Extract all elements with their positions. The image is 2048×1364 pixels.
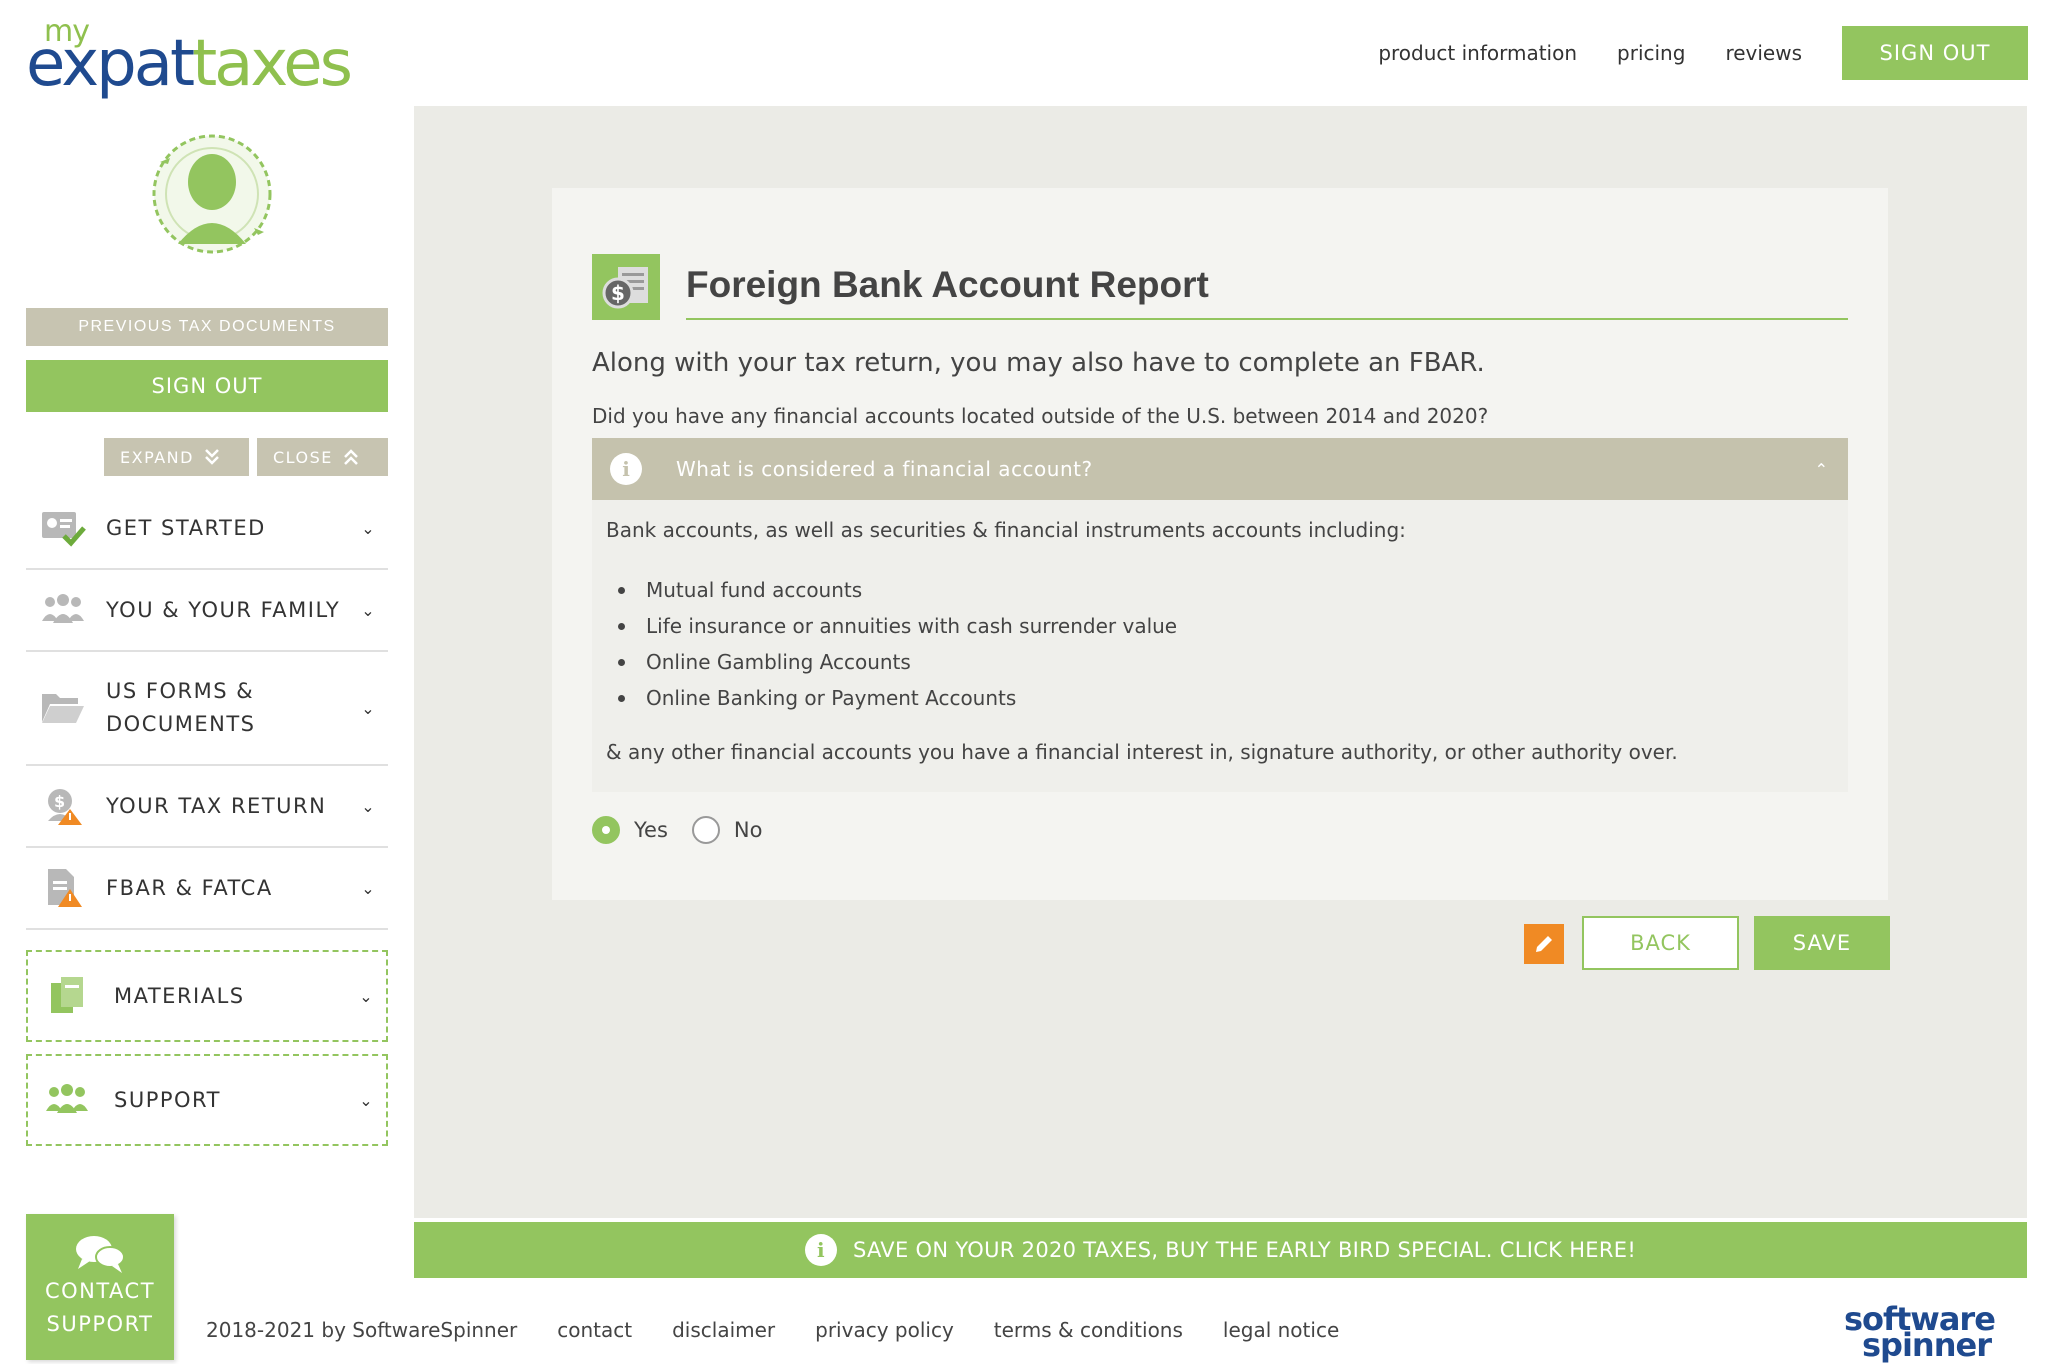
accordion-body: Bank accounts, as well as securities & f… bbox=[592, 500, 1848, 792]
banner-text: SAVE ON YOUR 2020 TAXES, BUY THE EARLY B… bbox=[852, 1238, 1637, 1262]
footer-link-contact[interactable]: contact bbox=[557, 1318, 632, 1342]
close-button[interactable]: CLOSE bbox=[257, 438, 388, 476]
nav-pricing[interactable]: pricing bbox=[1617, 41, 1685, 65]
id-card-check-icon bbox=[40, 505, 86, 551]
bank-dollar-icon: $ bbox=[592, 254, 660, 320]
chevron-down-icon: ⌄ bbox=[361, 796, 375, 816]
sidebar-item-you-and-your-family[interactable]: YOU & YOUR FAMILY ⌄ bbox=[26, 570, 388, 652]
expand-collapse-controls: EXPAND CLOSE bbox=[104, 438, 388, 476]
footer-link-terms-conditions[interactable]: terms & conditions bbox=[994, 1318, 1183, 1342]
chevron-down-icon: ⌄ bbox=[361, 698, 375, 718]
footer-link-privacy-policy[interactable]: privacy policy bbox=[815, 1318, 954, 1342]
intro-text: Along with your tax return, you may also… bbox=[592, 348, 1485, 378]
sidebar-item-label: SUPPORT bbox=[114, 1088, 221, 1112]
double-chevron-down-icon bbox=[205, 449, 219, 465]
pencil-icon bbox=[1536, 936, 1552, 952]
header-sign-out-button[interactable]: SIGN OUT bbox=[1842, 26, 2028, 80]
sidebar-item-label: FBAR & FATCA bbox=[106, 875, 273, 900]
account-types-list: Mutual fund accounts Life insurance or a… bbox=[606, 572, 1834, 716]
svg-text:$: $ bbox=[54, 792, 65, 811]
chevron-down-icon: ⌄ bbox=[359, 986, 373, 1006]
top-navigation: product information pricing reviews SIGN… bbox=[1378, 26, 2028, 80]
contact-support-line2: SUPPORT bbox=[46, 1312, 154, 1336]
info-icon: i bbox=[610, 453, 642, 485]
nav-product-information[interactable]: product information bbox=[1378, 41, 1577, 65]
chevron-down-icon: ⌄ bbox=[361, 878, 375, 898]
accordion-title: What is considered a financial account? bbox=[676, 457, 1093, 481]
sidebar-menu: GET STARTED ⌄ YOU & YOUR FAMILY ⌄ US FOR… bbox=[26, 488, 388, 930]
family-icon bbox=[40, 587, 86, 633]
main-content: $ Foreign Bank Account Report Along with… bbox=[414, 106, 2027, 1218]
sidebar-item-us-forms-documents[interactable]: US FORMS & DOCUMENTS ⌄ bbox=[26, 652, 388, 766]
edit-button[interactable] bbox=[1524, 924, 1564, 964]
question-text: Did you have any financial accounts loca… bbox=[592, 404, 1489, 428]
sidebar-item-fbar-fatca[interactable]: FBAR & FATCA ⌄ bbox=[26, 848, 388, 930]
list-item: Mutual fund accounts bbox=[606, 572, 1834, 608]
copyright-text: 2018-2021 by SoftwareSpinner bbox=[206, 1318, 518, 1342]
radio-unselected-indicator[interactable] bbox=[691, 816, 720, 844]
folder-open-icon bbox=[40, 685, 86, 731]
chevron-down-icon: ⌄ bbox=[361, 600, 375, 620]
radio-selected-indicator[interactable] bbox=[592, 816, 620, 844]
logo-wordmark: expattaxes bbox=[26, 27, 353, 101]
list-item: Life insurance or annuities with cash su… bbox=[606, 608, 1834, 644]
sidebar-item-label: GET STARTED bbox=[106, 515, 266, 540]
financial-account-accordion-header[interactable]: i What is considered a financial account… bbox=[592, 438, 1848, 500]
expand-button[interactable]: EXPAND bbox=[104, 438, 249, 476]
tax-return-warning-icon: $ bbox=[40, 783, 86, 829]
contact-support-button[interactable]: CONTACT SUPPORT bbox=[26, 1214, 174, 1360]
logo-line2: spinner bbox=[1862, 1326, 1992, 1364]
previous-tax-documents-button[interactable]: PREVIOUS TAX DOCUMENTS bbox=[26, 308, 388, 346]
page-title: Foreign Bank Account Report bbox=[686, 264, 1848, 320]
footer-link-legal-notice[interactable]: legal notice bbox=[1223, 1318, 1339, 1342]
list-item: Online Gambling Accounts bbox=[606, 644, 1834, 680]
sidebar-item-label: US FORMS & DOCUMENTS bbox=[106, 679, 256, 736]
back-button[interactable]: BACK bbox=[1582, 916, 1739, 970]
sidebar-item-get-started[interactable]: GET STARTED ⌄ bbox=[26, 488, 388, 570]
sidebar-item-label: YOUR TAX RETURN bbox=[106, 793, 327, 818]
accordion-intro: Bank accounts, as well as securities & f… bbox=[606, 518, 1406, 542]
radio-no-label: No bbox=[733, 818, 763, 842]
fbar-card: $ Foreign Bank Account Report Along with… bbox=[552, 188, 1888, 900]
expand-label: EXPAND bbox=[120, 447, 194, 467]
nav-reviews[interactable]: reviews bbox=[1725, 41, 1802, 65]
radio-yes[interactable]: Yes bbox=[592, 816, 668, 844]
footer: 2018-2021 by SoftwareSpinner contact dis… bbox=[206, 1318, 1339, 1342]
sidebar-sign-out-button[interactable]: SIGN OUT bbox=[26, 360, 388, 412]
info-icon: i bbox=[804, 1234, 837, 1266]
accordion-footer-text: & any other financial accounts you have … bbox=[606, 740, 1678, 764]
close-label: CLOSE bbox=[273, 447, 333, 467]
clipboard-files-icon bbox=[42, 973, 92, 1019]
chevron-down-icon: ⌄ bbox=[361, 518, 375, 538]
chevron-down-icon: ⌄ bbox=[359, 1090, 373, 1110]
myexpattaxes-logo[interactable]: my expattaxes bbox=[26, 14, 396, 101]
sidebar-item-label: MATERIALS bbox=[114, 984, 245, 1008]
svg-text:$: $ bbox=[611, 281, 625, 305]
contact-support-line1: CONTACT bbox=[44, 1279, 156, 1303]
document-warning-icon bbox=[40, 865, 86, 911]
globe-avatar-icon bbox=[152, 134, 272, 254]
sidebar-item-label: YOU & YOUR FAMILY bbox=[106, 597, 341, 622]
radio-yes-label: Yes bbox=[634, 818, 668, 842]
avatar[interactable] bbox=[150, 132, 274, 256]
chat-bubbles-icon bbox=[76, 1236, 125, 1273]
chevron-up-icon: ⌃ bbox=[1814, 459, 1828, 479]
sidebar-item-your-tax-return[interactable]: $ YOUR TAX RETURN ⌄ bbox=[26, 766, 388, 848]
save-button[interactable]: SAVE bbox=[1754, 916, 1890, 970]
sidebar-item-materials[interactable]: MATERIALS ⌄ bbox=[26, 950, 388, 1042]
softwarespinner-logo[interactable]: software spinner bbox=[1844, 1300, 2014, 1364]
footer-link-disclaimer[interactable]: disclaimer bbox=[672, 1318, 775, 1342]
early-bird-banner[interactable]: i SAVE ON YOUR 2020 TAXES, BUY THE EARLY… bbox=[414, 1222, 2027, 1278]
sidebar-item-support[interactable]: SUPPORT ⌄ bbox=[26, 1054, 388, 1146]
radio-no[interactable]: No bbox=[691, 816, 763, 844]
support-team-icon bbox=[42, 1077, 92, 1123]
answer-radio-group: Yes No bbox=[592, 816, 762, 844]
double-chevron-up-icon bbox=[343, 449, 358, 465]
list-item: Online Banking or Payment Accounts bbox=[606, 680, 1834, 716]
